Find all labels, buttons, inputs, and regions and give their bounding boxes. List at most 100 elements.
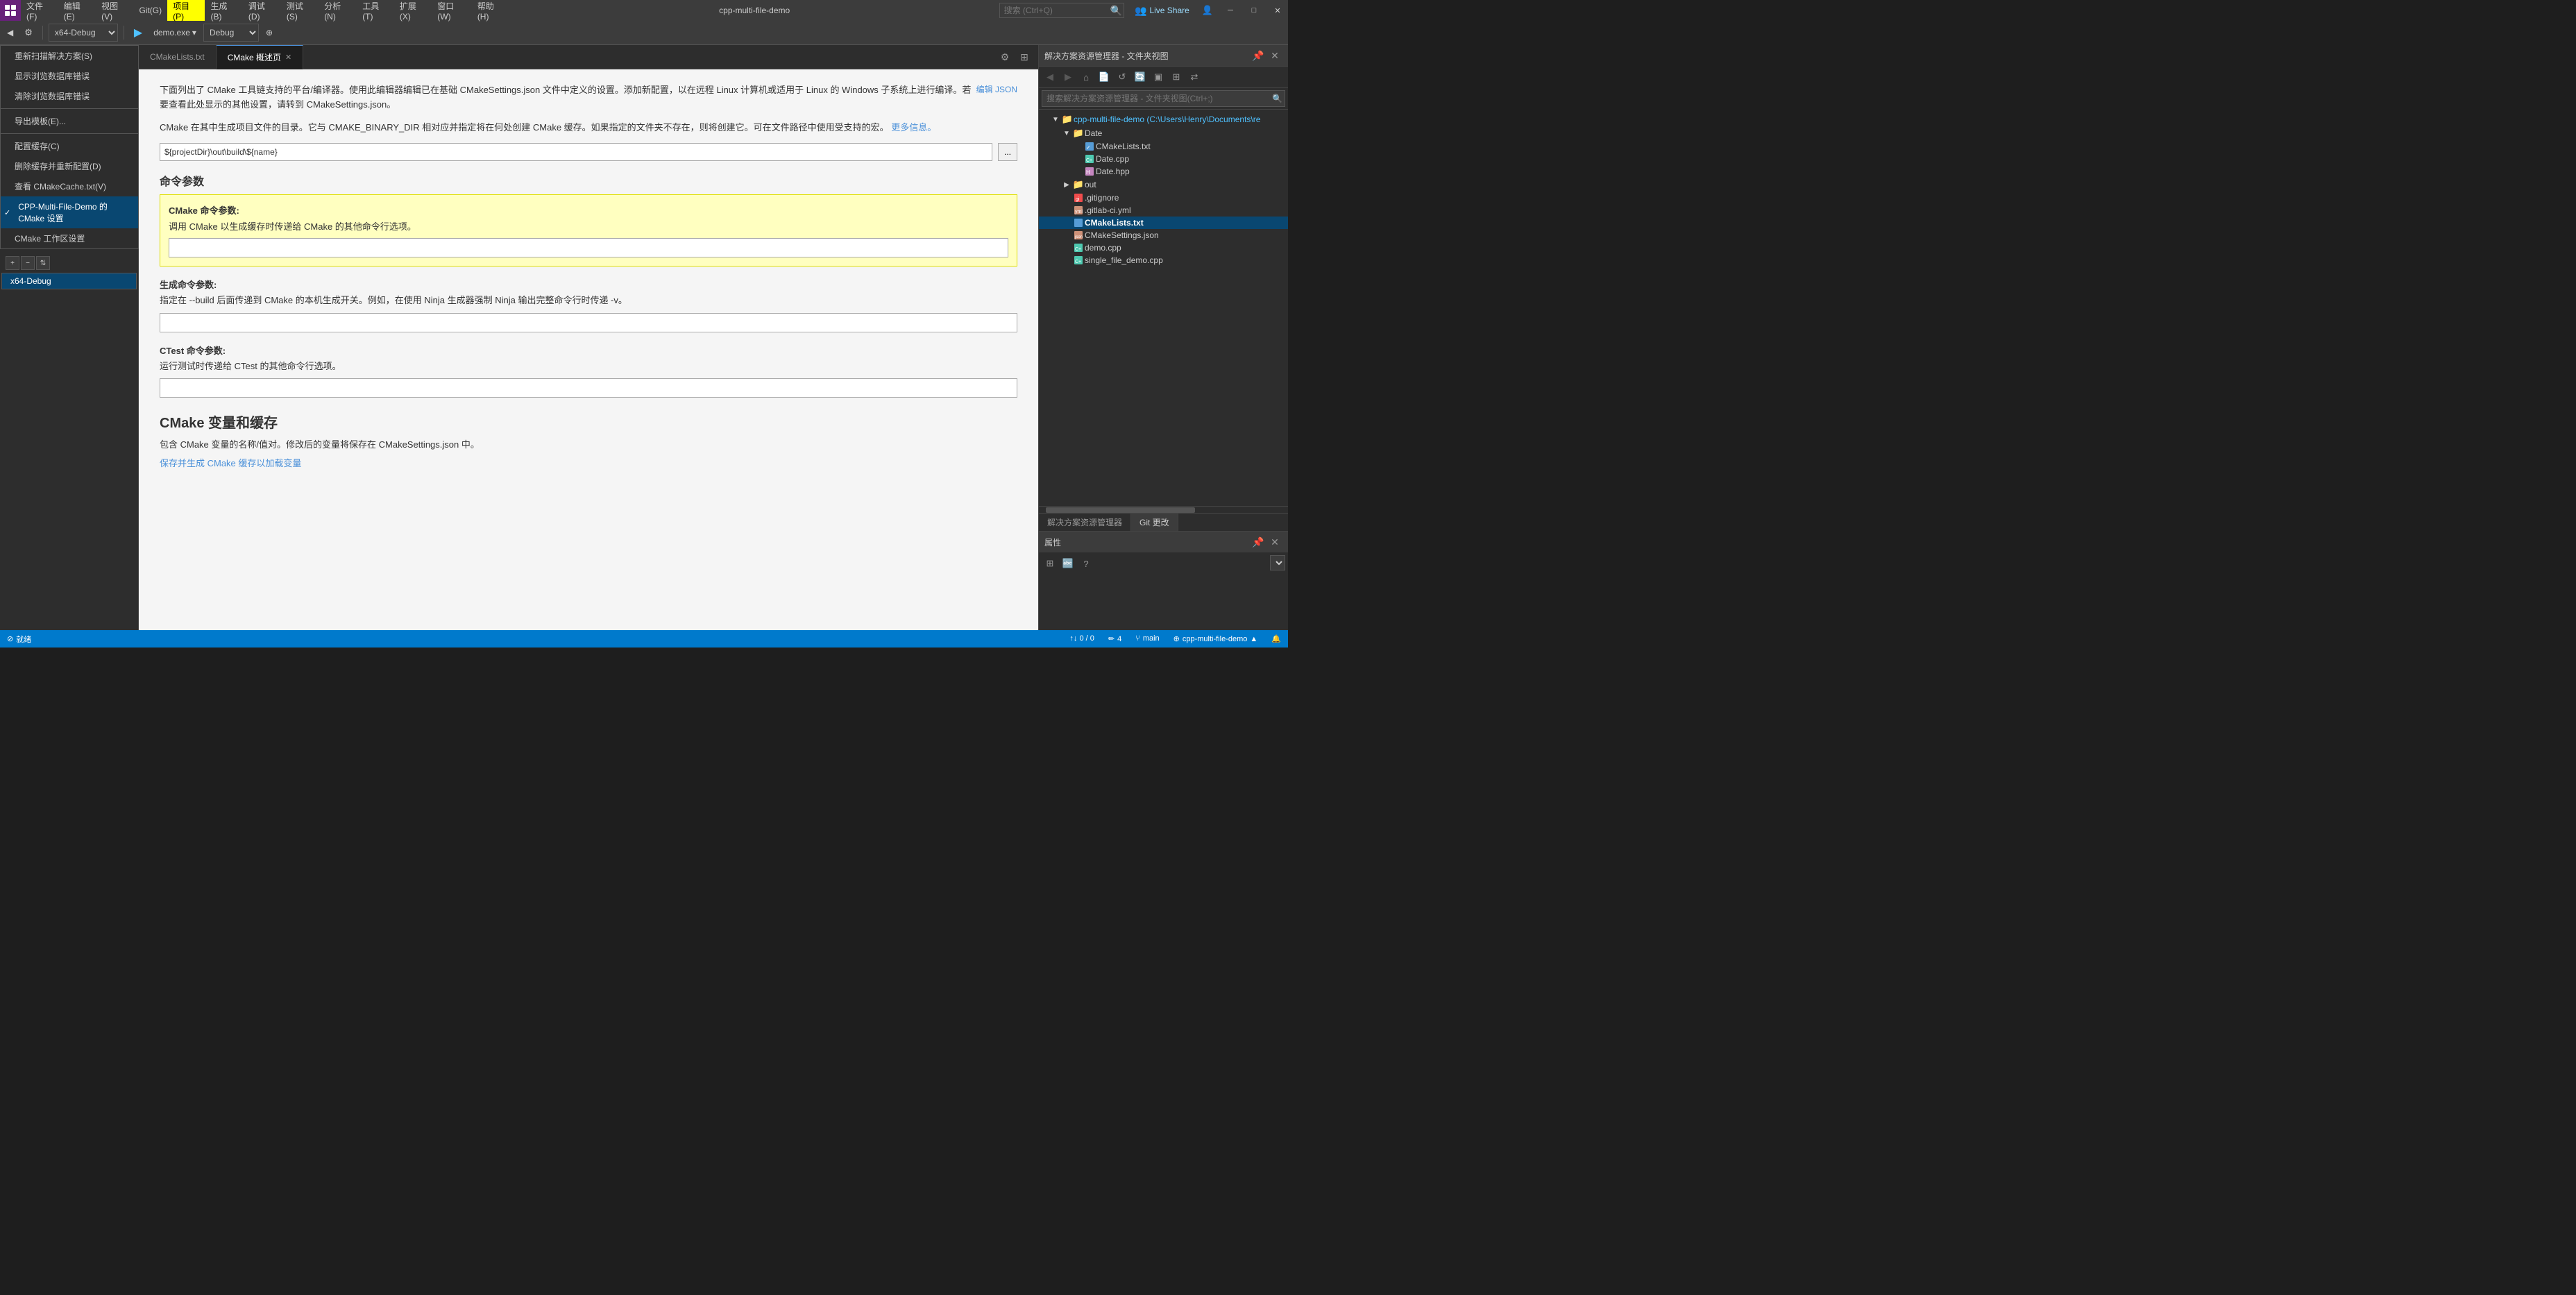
sol-collapse-btn[interactable]: ▣ xyxy=(1150,69,1167,85)
tree-gitlab-ci[interactable]: ▶ yml .gitlab-ci.yml xyxy=(1039,204,1288,217)
debug-options-btn[interactable]: ⊕ xyxy=(262,24,277,42)
ctx-cmake-settings[interactable]: CPP-Multi-File-Demo 的 CMake 设置 xyxy=(1,196,138,228)
menu-git[interactable]: Git(G) xyxy=(133,0,167,21)
root-arrow-icon: ▼ xyxy=(1050,116,1061,124)
sol-filter-btn[interactable]: ⊞ xyxy=(1168,69,1185,85)
solution-search-icon: 🔍 xyxy=(1272,94,1282,103)
tree-single-file-demo[interactable]: ▶ C+ single_file_demo.cpp xyxy=(1039,254,1288,266)
tree-date-hpp[interactable]: ▶ H Date.hpp xyxy=(1039,165,1288,178)
tab-git-changes[interactable]: Git 更改 xyxy=(1131,514,1178,531)
tree-cmakelists-date-label: CMakeLists.txt xyxy=(1096,142,1151,151)
props-pin-btn[interactable]: 📌 xyxy=(1251,534,1266,550)
tree-date-folder[interactable]: ▼ 📁 Date xyxy=(1039,126,1288,140)
menu-file[interactable]: 文件(F) xyxy=(21,0,58,21)
tab-solution-explorer[interactable]: 解决方案资源管理器 xyxy=(1039,514,1131,531)
tree-demo-cpp-label: demo.cpp xyxy=(1085,243,1121,253)
build-dir-text: CMake 在其中生成项目文件的目录。它与 CMAKE_BINARY_DIR 相… xyxy=(160,121,1017,135)
maximize-button[interactable]: □ xyxy=(1244,0,1264,21)
sol-back-btn[interactable]: ◀ xyxy=(1042,69,1058,85)
platform-select[interactable]: x64-Debug xyxy=(49,24,118,42)
config-x64debug[interactable]: x64-Debug xyxy=(1,273,137,289)
sb-errors[interactable]: ✏ 4 xyxy=(1101,634,1128,643)
close-button[interactable]: ✕ xyxy=(1267,0,1288,21)
svg-text:C+: C+ xyxy=(1075,260,1081,264)
tree-out-folder[interactable]: ▶ 📁 out xyxy=(1039,178,1288,192)
tree-cmakelists-date[interactable]: ▶ ✓ CMakeLists.txt xyxy=(1039,140,1288,153)
browse-button[interactable]: ... xyxy=(998,143,1017,161)
menu-help[interactable]: 帮助(H) xyxy=(472,0,510,21)
tree-gitignore[interactable]: ▶ gi .gitignore xyxy=(1039,192,1288,204)
debug-select[interactable]: Debug xyxy=(203,24,259,42)
minimize-button[interactable]: ─ xyxy=(1220,0,1241,21)
save-cmake-cache-link[interactable]: 保存并生成 CMake 缓存以加载变量 xyxy=(160,458,301,468)
sol-forward-btn[interactable]: ▶ xyxy=(1060,69,1076,85)
props-dropdown[interactable] xyxy=(1270,555,1285,570)
ctx-show-db-errors[interactable]: 显示浏览数据库错误 xyxy=(1,66,138,86)
account-icon[interactable]: 👤 xyxy=(1198,5,1217,16)
menu-view[interactable]: 视图(V) xyxy=(96,0,133,21)
sol-pin-btn[interactable]: 📌 xyxy=(1251,48,1266,63)
menu-extensions[interactable]: 扩展(X) xyxy=(394,0,432,21)
menu-analyze[interactable]: 分析(N) xyxy=(319,0,357,21)
tree-demo-cpp[interactable]: ▶ C+ demo.cpp xyxy=(1039,242,1288,254)
live-share-button[interactable]: 👥 Live Share xyxy=(1129,0,1195,21)
sb-project[interactable]: ⊕ cpp-multi-file-demo ▲ xyxy=(1167,634,1265,643)
tab-close-icon[interactable]: ✕ xyxy=(285,53,291,62)
settings-dropdown-btn[interactable]: ⚙ xyxy=(20,24,37,42)
tree-root[interactable]: ▼ 📁 cpp-multi-file-demo (C:\Users\Henry\… xyxy=(1039,112,1288,126)
sol-scrollbar-horizontal[interactable] xyxy=(1039,506,1288,513)
search-input[interactable] xyxy=(999,3,1124,18)
ctx-rescan[interactable]: 重新扫描解决方案(S) xyxy=(1,46,138,66)
tab-cmakelists[interactable]: CMakeLists.txt xyxy=(139,45,217,69)
menu-tools[interactable]: 工具(T) xyxy=(357,0,394,21)
ctx-clear-db-errors[interactable]: 清除浏览数据库错误 xyxy=(1,86,138,106)
sol-refresh-btn[interactable]: 🔄 xyxy=(1132,69,1149,85)
ctx-export-template[interactable]: 导出模板(E)... xyxy=(1,111,138,131)
ctest-cmd-input[interactable] xyxy=(160,378,1017,398)
tree-cmakelists-root[interactable]: ▶ CMakeLists.txt xyxy=(1039,217,1288,229)
sb-notifications[interactable]: 🔔 xyxy=(1264,634,1288,643)
sol-sync-btn[interactable]: ↺ xyxy=(1114,69,1130,85)
cmake-cmd-label: CMake 命令参数: xyxy=(169,203,1008,217)
back-btn[interactable]: ◀ xyxy=(3,24,17,42)
tree-cmake-settings[interactable]: ▶ json CMakeSettings.json xyxy=(1039,229,1288,242)
sol-settings-btn[interactable]: ⇄ xyxy=(1186,69,1203,85)
tab-cmake-overview[interactable]: CMake 概述页 ✕ xyxy=(217,45,304,69)
remove-config-btn[interactable]: − xyxy=(21,256,35,270)
props-sort-btn[interactable]: 🔤 xyxy=(1060,555,1076,572)
cmake-cmd-input[interactable] xyxy=(169,238,1008,257)
sol-home-btn[interactable]: ⌂ xyxy=(1078,69,1094,85)
sb-line-col[interactable]: ↑↓ 0 / 0 xyxy=(1062,634,1101,643)
props-close-btn[interactable]: ✕ xyxy=(1267,534,1282,550)
menu-build[interactable]: 生成(B) xyxy=(205,0,242,21)
sol-new-file-btn[interactable]: 📄 xyxy=(1096,69,1112,85)
sol-close-btn[interactable]: ✕ xyxy=(1267,48,1282,63)
more-info-link[interactable]: 更多信息。 xyxy=(891,122,936,133)
tab-action-split[interactable]: ⊞ xyxy=(1016,49,1033,65)
props-grid-btn[interactable]: ⊞ xyxy=(1042,555,1058,572)
props-help-btn[interactable]: ? xyxy=(1078,555,1094,572)
tab-action-settings[interactable]: ⚙ xyxy=(997,49,1013,65)
menu-debug[interactable]: 调试(D) xyxy=(243,0,281,21)
ctx-config-cache[interactable]: 配置缓存(C) xyxy=(1,136,138,156)
ctx-delete-cache[interactable]: 删除缓存并重新配置(D) xyxy=(1,156,138,176)
solution-search-input[interactable] xyxy=(1042,90,1285,107)
build-dir-input[interactable] xyxy=(160,143,992,161)
menu-test[interactable]: 测试(S) xyxy=(281,0,319,21)
exe-dropdown[interactable]: demo.exe ▾ xyxy=(149,24,201,42)
ctx-view-cmake-cache[interactable]: 查看 CMakeCache.txt(V) xyxy=(1,176,138,196)
ctx-cmake-workspace[interactable]: CMake 工作区设置 xyxy=(1,228,138,248)
add-config-btn[interactable]: + xyxy=(6,256,19,270)
edit-json-link[interactable]: 编辑 JSON xyxy=(976,83,1017,95)
tree-gitlab-ci-label: .gitlab-ci.yml xyxy=(1085,205,1131,215)
menu-project[interactable]: 项目(P) xyxy=(167,0,205,21)
sort-config-btn[interactable]: ⇅ xyxy=(36,256,50,270)
tree-date-cpp[interactable]: ▶ C+ Date.cpp xyxy=(1039,153,1288,165)
sb-status[interactable]: ⊘ 就绪 xyxy=(0,630,38,648)
build-cmd-input[interactable] xyxy=(160,313,1017,332)
cmake-cmd-desc: 调用 CMake 以生成缓存时传递给 CMake 的其他命令行选项。 xyxy=(169,219,1008,232)
menu-window[interactable]: 窗口(W) xyxy=(432,0,472,21)
menu-edit[interactable]: 编辑(E) xyxy=(58,0,96,21)
run-button[interactable]: ▶ xyxy=(130,24,146,42)
sb-branch[interactable]: ⑂ main xyxy=(1128,634,1166,643)
